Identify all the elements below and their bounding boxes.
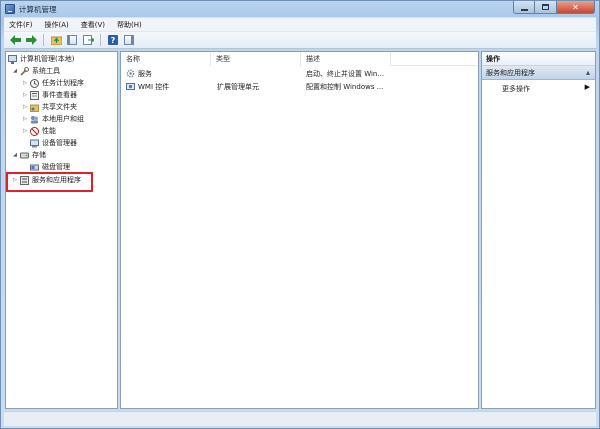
actions-section-label: 服务和应用程序: [486, 68, 535, 77]
tree-item-storage[interactable]: ◢ 存储: [12, 149, 46, 161]
list-item-type: 扩展管理单元: [217, 82, 259, 91]
properties-icon: [124, 35, 134, 45]
column-header-row: 名称 类型 描述: [121, 52, 478, 66]
computer-management-icon: [5, 4, 15, 14]
properties-button[interactable]: [122, 33, 136, 47]
tree-label: 磁盘管理: [42, 163, 70, 171]
back-button[interactable]: [8, 33, 22, 47]
more-actions-label: 更多操作: [502, 84, 530, 93]
list-item-description: 配置和控制 Windows ...: [306, 82, 384, 91]
help-button[interactable]: ?: [106, 33, 120, 47]
computer-management-window: 计算机管理 ✕ 文件(F) 操作(A) 查看(V) 帮助(H) ? 计算机管理(…: [0, 0, 600, 429]
toolbar: ?: [4, 31, 596, 49]
content-list: 名称 类型 描述 服务 启动、终止并设置 Win... WMI 控件 扩展管理单…: [120, 51, 479, 409]
column-header-name[interactable]: 名称: [121, 52, 211, 66]
expanded-arrow-icon[interactable]: ◢: [12, 152, 18, 158]
maximize-icon: [542, 4, 549, 10]
show-hide-tree-button[interactable]: [65, 33, 79, 47]
tree-label: 事件查看器: [42, 91, 77, 99]
clock-icon: [30, 78, 39, 88]
export-list-button[interactable]: [81, 33, 95, 47]
menu-help[interactable]: 帮助(H): [117, 20, 142, 30]
tree-item-task-scheduler[interactable]: ▷ 任务计划程序: [22, 77, 84, 89]
wmi-control-icon: [126, 83, 135, 90]
tree-label: 性能: [42, 127, 56, 135]
storage-icon: [20, 152, 29, 158]
computer-icon: [8, 54, 17, 64]
close-button[interactable]: ✕: [557, 1, 595, 14]
collapsed-arrow-icon[interactable]: ▷: [22, 92, 28, 98]
submenu-arrow-icon: ▶: [584, 83, 590, 91]
back-arrow-icon: [9, 35, 21, 45]
tools-icon: [20, 66, 29, 76]
forward-button[interactable]: [24, 33, 38, 47]
actions-pane: 操作 服务和应用程序 ▴ 更多操作 ▶: [481, 51, 596, 409]
actions-title: 操作: [482, 52, 595, 66]
collapsed-arrow-icon[interactable]: ▷: [22, 104, 28, 110]
toolbar-separator: [100, 34, 101, 46]
tree-item-root[interactable]: 计算机管理(本地): [8, 53, 74, 65]
tree-label: 存储: [32, 151, 46, 159]
menu-action[interactable]: 操作(A): [45, 20, 69, 30]
maximize-button[interactable]: [535, 1, 557, 14]
users-icon: [31, 115, 38, 123]
collapsed-arrow-icon[interactable]: ▷: [22, 116, 28, 122]
tree-label: 任务计划程序: [42, 79, 84, 87]
navigation-tree: 计算机管理(本地) ◢ 系统工具 ▷ 任务计划程序 ▷ 事件查看器 ▷ 共享文件…: [5, 51, 118, 409]
services-icon: [126, 69, 135, 78]
list-item[interactable]: 服务 启动、终止并设置 Win...: [121, 67, 478, 80]
title-bar[interactable]: 计算机管理 ✕: [1, 1, 599, 17]
performance-icon: [30, 126, 39, 136]
shared-folder-icon: [30, 104, 39, 112]
list-item[interactable]: WMI 控件 扩展管理单元 配置和控制 Windows ...: [121, 80, 478, 93]
column-header-type[interactable]: 类型: [211, 52, 301, 66]
up-level-button[interactable]: [49, 33, 63, 47]
collapsed-arrow-icon[interactable]: ▷: [22, 128, 28, 134]
collapsed-arrow-icon[interactable]: ▷: [22, 80, 28, 86]
menu-view[interactable]: 查看(V): [81, 20, 105, 30]
toolbar-separator: [43, 34, 44, 46]
column-header-description[interactable]: 描述: [301, 52, 391, 66]
tree-item-local-users[interactable]: ▷ 本地用户和组: [22, 113, 84, 125]
close-icon: ✕: [572, 2, 579, 12]
disk-icon: [30, 164, 39, 170]
list-item-name: WMI 控件: [138, 82, 170, 91]
collapse-up-icon[interactable]: ▴: [586, 68, 590, 77]
tree-item-event-viewer[interactable]: ▷ 事件查看器: [22, 89, 77, 101]
menu-file[interactable]: 文件(F): [9, 20, 33, 30]
up-folder-icon: [50, 36, 62, 45]
expanded-arrow-icon[interactable]: ◢: [12, 68, 18, 74]
window-title: 计算机管理: [19, 5, 57, 14]
forward-arrow-icon: [25, 35, 37, 45]
show-hide-tree-icon: [67, 35, 77, 45]
event-viewer-icon: [30, 90, 39, 100]
tree-label: 设备管理器: [42, 139, 77, 147]
tree-label: 本地用户和组: [42, 115, 84, 123]
help-icon: ?: [108, 35, 118, 45]
status-bar: [4, 411, 596, 426]
no-arrow: [22, 164, 28, 170]
no-arrow: [22, 140, 28, 146]
list-cell-name: 服务: [126, 67, 211, 80]
list-cell-name: WMI 控件: [126, 80, 211, 93]
export-list-icon: [82, 35, 94, 45]
more-actions-item[interactable]: 更多操作 ▶: [482, 82, 595, 95]
tree-label: 共享文件夹: [42, 103, 77, 111]
tree-item-shared-folders[interactable]: ▷ 共享文件夹: [22, 101, 77, 113]
list-item-description: 启动、终止并设置 Win...: [306, 69, 385, 78]
device-manager-icon: [30, 139, 39, 147]
actions-section-header[interactable]: 服务和应用程序 ▴: [482, 66, 595, 80]
tree-item-performance[interactable]: ▷ 性能: [22, 125, 56, 137]
tree-item-device-manager[interactable]: 设备管理器: [22, 137, 77, 149]
list-item-type: [217, 67, 301, 80]
list-item-name: 服务: [138, 69, 152, 78]
minimize-button[interactable]: [513, 1, 535, 14]
tree-item-system-tools[interactable]: ◢ 系统工具: [12, 65, 60, 77]
highlight-box: [6, 172, 93, 192]
menu-bar: 文件(F) 操作(A) 查看(V) 帮助(H): [4, 17, 596, 31]
minimize-icon: [520, 8, 528, 11]
tree-label: 系统工具: [32, 67, 60, 75]
tree-label: 计算机管理(本地): [20, 55, 75, 63]
window-controls: ✕: [513, 1, 595, 15]
